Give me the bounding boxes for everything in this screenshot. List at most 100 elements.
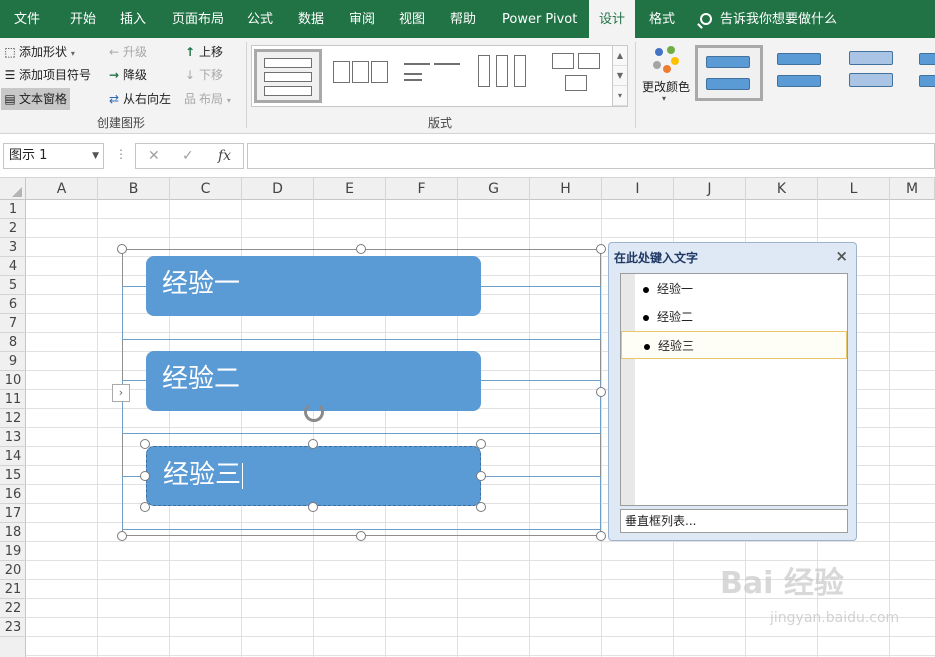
column-header[interactable]: I bbox=[602, 178, 674, 200]
gallery-more-icon[interactable]: ▾ bbox=[613, 86, 627, 106]
row-header[interactable]: 12 bbox=[0, 409, 26, 428]
tab-0[interactable]: 文件 bbox=[4, 0, 50, 38]
layout-picture-list[interactable] bbox=[546, 49, 614, 103]
row-header[interactable]: 10 bbox=[0, 371, 26, 390]
layout-name-link[interactable]: 垂直框列表... bbox=[620, 509, 848, 533]
column-header[interactable]: B bbox=[98, 178, 170, 200]
column-header[interactable]: D bbox=[242, 178, 314, 200]
row-header[interactable]: 2 bbox=[0, 219, 26, 238]
row-header[interactable]: 3 bbox=[0, 238, 26, 257]
row-header[interactable]: 16 bbox=[0, 485, 26, 504]
shape-resize-handle[interactable] bbox=[476, 502, 486, 512]
column-header[interactable]: G bbox=[458, 178, 530, 200]
shape-resize-handle[interactable] bbox=[140, 439, 150, 449]
row-header[interactable]: 19 bbox=[0, 542, 26, 561]
column-header[interactable]: E bbox=[314, 178, 386, 200]
text-pane-list[interactable]: 经验一 经验二 经验三 bbox=[620, 273, 848, 506]
column-header[interactable]: J bbox=[674, 178, 746, 200]
layout-lined-list[interactable] bbox=[400, 49, 468, 103]
layout-vertical-box-list[interactable] bbox=[254, 49, 322, 103]
list-item[interactable]: 经验一 bbox=[643, 279, 693, 299]
row-header[interactable]: 1 bbox=[0, 200, 26, 219]
column-header[interactable]: L bbox=[818, 178, 890, 200]
tab-2[interactable]: 插入 bbox=[110, 0, 156, 38]
resize-handle[interactable] bbox=[356, 531, 366, 541]
smartart-box-1[interactable]: 经验一 bbox=[146, 256, 481, 316]
column-header[interactable]: H bbox=[530, 178, 602, 200]
add-bullet-button[interactable]: ☰ 添加项目符号 bbox=[3, 64, 91, 86]
row-header[interactable]: 11 bbox=[0, 390, 26, 409]
row-header[interactable]: 18 bbox=[0, 523, 26, 542]
demote-button[interactable]: → 降级 bbox=[107, 64, 147, 86]
smartart-style-3[interactable] bbox=[841, 45, 909, 101]
layouts-gallery-scroll[interactable]: ▲ ▼ ▾ bbox=[612, 45, 628, 107]
tab-6[interactable]: 审阅 bbox=[339, 0, 385, 38]
select-all-corner[interactable] bbox=[0, 178, 26, 200]
row-header[interactable]: 17 bbox=[0, 504, 26, 523]
row-header[interactable]: 23 bbox=[0, 618, 26, 637]
list-item-active[interactable]: 经验三 bbox=[621, 331, 847, 359]
tab-3[interactable]: 页面布局 bbox=[162, 0, 234, 38]
tell-me-search[interactable]: 告诉我你想要做什么 bbox=[700, 0, 837, 38]
resize-handle[interactable] bbox=[356, 244, 366, 254]
row-header[interactable]: 14 bbox=[0, 447, 26, 466]
row-header[interactable]: 21 bbox=[0, 580, 26, 599]
tab-10[interactable]: 设计 bbox=[589, 0, 636, 38]
resize-handle[interactable] bbox=[596, 387, 606, 397]
row-header[interactable]: 20 bbox=[0, 561, 26, 580]
smartart-box-3[interactable]: 经验三 bbox=[146, 446, 481, 506]
smartart-style-2[interactable] bbox=[769, 45, 837, 101]
move-down-button[interactable]: ↓ 下移 bbox=[183, 64, 223, 86]
scroll-up-icon[interactable]: ▲ bbox=[613, 46, 627, 66]
enter-icon[interactable]: ✓ bbox=[182, 144, 194, 168]
column-header[interactable]: A bbox=[26, 178, 98, 200]
shape-resize-handle[interactable] bbox=[476, 439, 486, 449]
row-header[interactable]: 15 bbox=[0, 466, 26, 485]
shape-resize-handle[interactable] bbox=[308, 502, 318, 512]
row-header[interactable]: 7 bbox=[0, 314, 26, 333]
smartart-style-4[interactable] bbox=[913, 45, 935, 101]
row-header[interactable]: 8 bbox=[0, 333, 26, 352]
name-box[interactable]: 图示 1 ▼ bbox=[3, 143, 104, 169]
text-pane-toggle[interactable]: › bbox=[112, 384, 130, 402]
text-pane-button[interactable]: ▤ 文本窗格 bbox=[1, 88, 71, 110]
formula-bar-grip[interactable]: ⋮ bbox=[115, 147, 127, 161]
insert-function-icon[interactable]: fx bbox=[218, 144, 231, 168]
tab-1[interactable]: 开始 bbox=[60, 0, 106, 38]
row-header[interactable]: 6 bbox=[0, 295, 26, 314]
column-header[interactable]: C bbox=[170, 178, 242, 200]
resize-handle[interactable] bbox=[596, 531, 606, 541]
row-header[interactable]: 13 bbox=[0, 428, 26, 447]
formula-input[interactable] bbox=[247, 143, 935, 169]
shape-resize-handle[interactable] bbox=[476, 471, 486, 481]
promote-button[interactable]: ← 升级 bbox=[107, 41, 147, 63]
tab-8[interactable]: 帮助 bbox=[440, 0, 486, 38]
resize-handle[interactable] bbox=[117, 531, 127, 541]
tab-9[interactable]: Power Pivot bbox=[492, 0, 587, 38]
add-shape-button[interactable]: ⬚ 添加形状 ▾ bbox=[3, 41, 75, 63]
scroll-down-icon[interactable]: ▼ bbox=[613, 66, 627, 86]
column-header[interactable]: K bbox=[746, 178, 818, 200]
change-colors-button[interactable]: 更改颜色 ▾ bbox=[640, 42, 692, 112]
rotate-handle-icon[interactable] bbox=[304, 402, 324, 422]
close-icon[interactable]: × bbox=[835, 247, 848, 265]
layout-stacked-list[interactable] bbox=[472, 49, 540, 103]
shape-resize-handle[interactable] bbox=[140, 471, 150, 481]
tab-7[interactable]: 视图 bbox=[389, 0, 435, 38]
column-header[interactable]: M bbox=[890, 178, 935, 200]
shape-resize-handle[interactable] bbox=[308, 439, 318, 449]
resize-handle[interactable] bbox=[117, 244, 127, 254]
cancel-icon[interactable]: ✕ bbox=[148, 144, 160, 168]
tab-5[interactable]: 数据 bbox=[288, 0, 334, 38]
row-header[interactable]: 9 bbox=[0, 352, 26, 371]
resize-handle[interactable] bbox=[596, 244, 606, 254]
right-to-left-button[interactable]: ⇄ 从右向左 bbox=[107, 88, 171, 110]
shape-resize-handle[interactable] bbox=[140, 502, 150, 512]
row-header[interactable]: 4 bbox=[0, 257, 26, 276]
row-header[interactable]: 5 bbox=[0, 276, 26, 295]
tab-11[interactable]: 格式 bbox=[639, 0, 685, 38]
row-header[interactable]: 22 bbox=[0, 599, 26, 618]
column-header[interactable]: F bbox=[386, 178, 458, 200]
move-up-button[interactable]: ↑ 上移 bbox=[183, 41, 223, 63]
layout-horizontal-bullet-list[interactable] bbox=[328, 49, 396, 103]
